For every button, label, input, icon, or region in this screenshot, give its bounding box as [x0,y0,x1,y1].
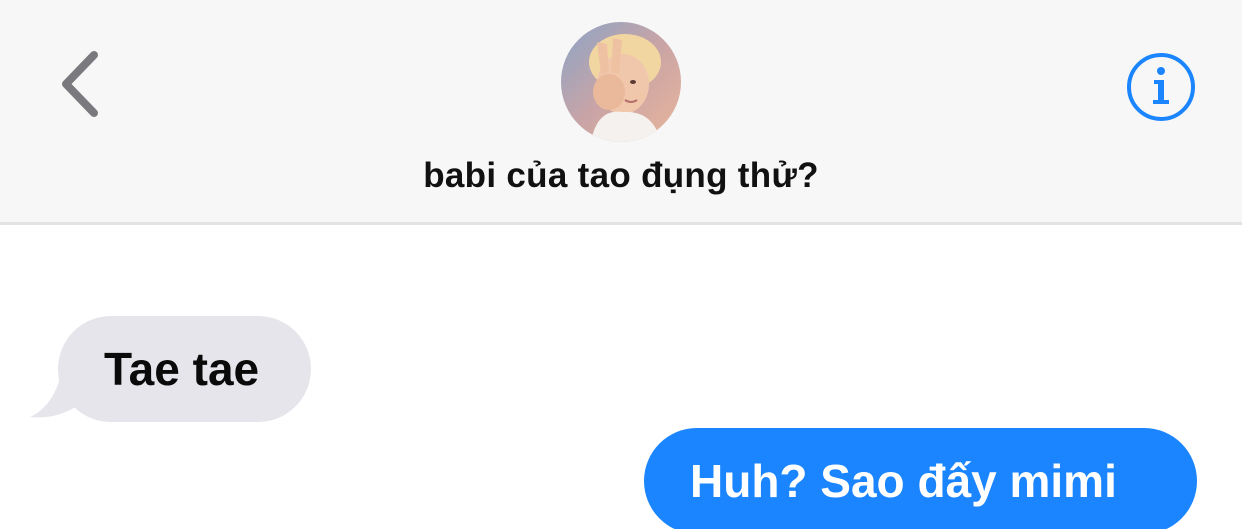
conversation-header: babi của tao đụng thử? [0,0,1242,225]
back-button[interactable] [50,44,110,124]
sent-message-text: Huh? Sao đấy mimi [690,455,1117,507]
chevron-left-icon [62,51,98,117]
avatar-photo [561,22,681,142]
contact-name[interactable]: babi của tao đụng thử? [0,156,1242,196]
info-button[interactable] [1124,50,1198,124]
conversation-screen: babi của tao đụng thử? Tae tae Huh? Sao … [0,0,1242,529]
message-list: Tae tae Huh? Sao đấy mimi [0,225,1242,529]
contact-avatar[interactable] [561,22,681,142]
info-icon [1127,53,1195,121]
received-message-text: Tae tae [104,343,260,395]
sent-message-bubble[interactable]: Huh? Sao đấy mimi [644,428,1197,529]
received-message-bubble[interactable]: Tae tae [58,316,311,422]
